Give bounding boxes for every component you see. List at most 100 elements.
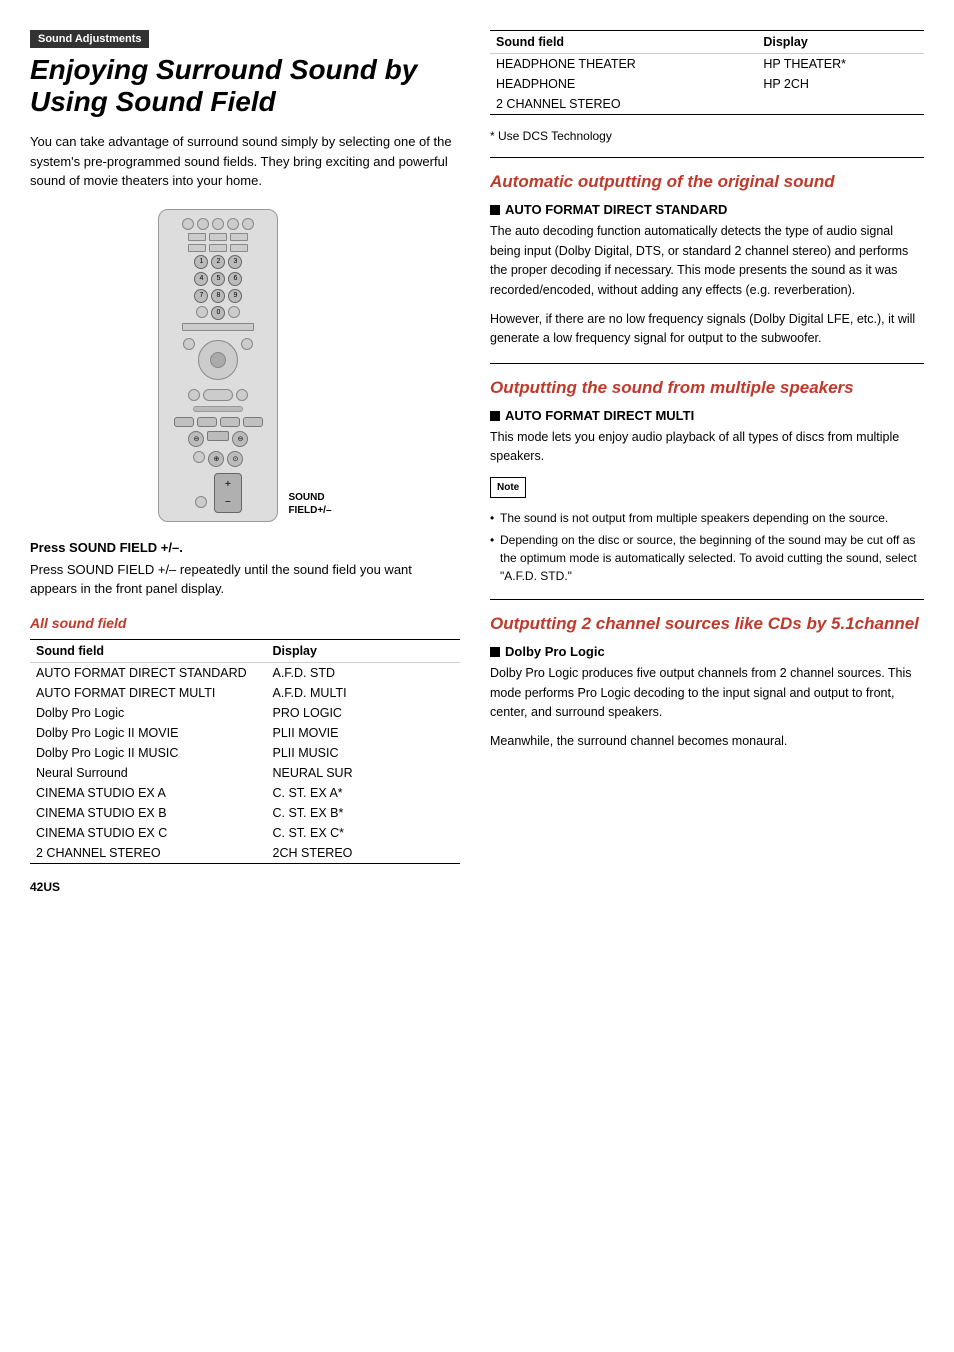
remote-btn [197,417,217,427]
remote-btn [174,417,194,427]
section1-body2: However, if there are no low frequency s… [490,310,924,349]
remote-btn-2: 2 [211,255,225,269]
page-number: 42US [30,880,460,894]
table-row: Neural SurroundNEURAL SUR [30,763,460,783]
table-cell-field: AUTO FORMAT DIRECT MULTI [30,683,267,703]
table-cell-field: CINEMA STUDIO EX C [30,823,267,843]
page: Sound Adjustments Enjoying Surround Soun… [0,0,954,1352]
section2-sub-label: AUTO FORMAT DIRECT MULTI [505,408,694,423]
note-list: The sound is not output from multiple sp… [490,509,924,585]
sound-field-button[interactable]: + – [214,473,242,513]
remote-btn [182,218,194,230]
section1-body1: The auto decoding function automatically… [490,222,924,300]
table-cell-field: Dolby Pro Logic II MUSIC [30,743,267,763]
table-row: 2 CHANNEL STEREO2CH STEREO [30,843,460,864]
remote-btn [209,244,227,252]
table-cell-display [757,94,924,114]
remote-btn [241,338,253,350]
right-top-table-wrap: Sound field Display HEADPHONE THEATERHP … [490,30,924,115]
table-cell-display: C. ST. EX B* [267,803,461,823]
table-cell-field: Neural Surround [30,763,267,783]
remote-btn: ⊙ [227,451,243,467]
remote-btn: ⊕ [208,451,224,467]
remote-btn [230,233,248,241]
asterisk-note: * Use DCS Technology [490,129,924,143]
table-cell-display: 2CH STEREO [267,843,461,864]
section1-sub-heading: AUTO FORMAT DIRECT STANDARD [490,202,924,217]
section3-body1: Dolby Pro Logic produces five output cha… [490,664,924,722]
table-cell-field: CINEMA STUDIO EX A [30,783,267,803]
right-sound-table: Sound field Display HEADPHONE THEATERHP … [490,31,924,114]
section3-sub-label: Dolby Pro Logic [505,644,605,659]
right-table-header-field: Sound field [490,31,757,54]
divider [490,599,924,600]
remote-btn [212,218,224,230]
table-row: AUTO FORMAT DIRECT MULTIA.F.D. MULTI [30,683,460,703]
remote-btn [220,417,240,427]
table-cell-field: 2 CHANNEL STEREO [490,94,757,114]
remote-btn [195,496,207,508]
remote-btn [227,218,239,230]
remote-btn [193,451,205,463]
note-item: Depending on the disc or source, the beg… [490,531,924,585]
table-cell-display: A.F.D. STD [267,662,461,683]
remote-btn [236,389,248,401]
right-table-header-display: Display [757,31,924,54]
table-header-display: Display [267,639,461,662]
table-row: CINEMA STUDIO EX AC. ST. EX A* [30,783,460,803]
table-cell-display: PRO LOGIC [267,703,461,723]
press-text: Press SOUND FIELD +/– repeatedly until t… [30,560,460,599]
main-title: Enjoying Surround Sound by Using Sound F… [30,54,460,118]
table-cell-field: CINEMA STUDIO EX B [30,803,267,823]
table-row: 2 CHANNEL STEREO [490,94,924,114]
table-cell-display: PLII MOVIE [267,723,461,743]
table-cell-field: Dolby Pro Logic [30,703,267,723]
table-header-field: Sound field [30,639,267,662]
sound-field-table: Sound field Display AUTO FORMAT DIRECT S… [30,639,460,864]
section2-body: This mode lets you enjoy audio playback … [490,428,924,467]
table-cell-display: PLII MUSIC [267,743,461,763]
table-cell-display: A.F.D. MULTI [267,683,461,703]
remote-btn [188,389,200,401]
remote-btn-9: 9 [228,289,242,303]
table-row: Dolby Pro Logic II MUSICPLII MUSIC [30,743,460,763]
remote-nav-wheel [198,340,238,380]
remote-btn-5: 5 [211,272,225,286]
table-row: HEADPHONEHP 2CH [490,74,924,94]
remote-btn [183,338,195,350]
remote-illustration: 1 2 3 4 5 6 7 8 9 [30,209,460,522]
note-label: Note [490,477,526,498]
remote-btn [182,323,254,331]
section2-sub-heading: AUTO FORMAT DIRECT MULTI [490,408,924,423]
square-icon [490,647,500,657]
divider [490,363,924,364]
remote-btn-4: 4 [194,272,208,286]
table-cell-display: NEURAL SUR [267,763,461,783]
press-heading: Press SOUND FIELD +/–. [30,540,460,555]
left-column: Sound Adjustments Enjoying Surround Soun… [30,30,460,1322]
remote-btn: ⊖ [188,431,204,447]
remote-btn-0: 0 [211,306,225,320]
remote-btn [242,218,254,230]
remote-btn [243,417,263,427]
table-cell-field: 2 CHANNEL STEREO [30,843,267,864]
minus-symbol: – [225,496,231,507]
table-row: AUTO FORMAT DIRECT STANDARDA.F.D. STD [30,662,460,683]
remote-nav-center [210,352,226,368]
table-cell-display: HP THEATER* [757,54,924,75]
remote-btn [197,218,209,230]
remote-btn [188,244,206,252]
table-row: Dolby Pro Logic II MOVIEPLII MOVIE [30,723,460,743]
intro-text: You can take advantage of surround sound… [30,132,460,191]
remote-btn [230,244,248,252]
remote-btn-1: 1 [194,255,208,269]
remote-btn [207,431,229,441]
remote-btn-8: 8 [211,289,225,303]
sound-field-label: SOUND FIELD+/– [288,491,331,517]
note-item: The sound is not output from multiple sp… [490,509,924,527]
table-cell-display: C. ST. EX C* [267,823,461,843]
table-cell-field: HEADPHONE THEATER [490,54,757,75]
table-row: CINEMA STUDIO EX CC. ST. EX C* [30,823,460,843]
remote-btn [228,306,240,318]
remote-btn [196,306,208,318]
